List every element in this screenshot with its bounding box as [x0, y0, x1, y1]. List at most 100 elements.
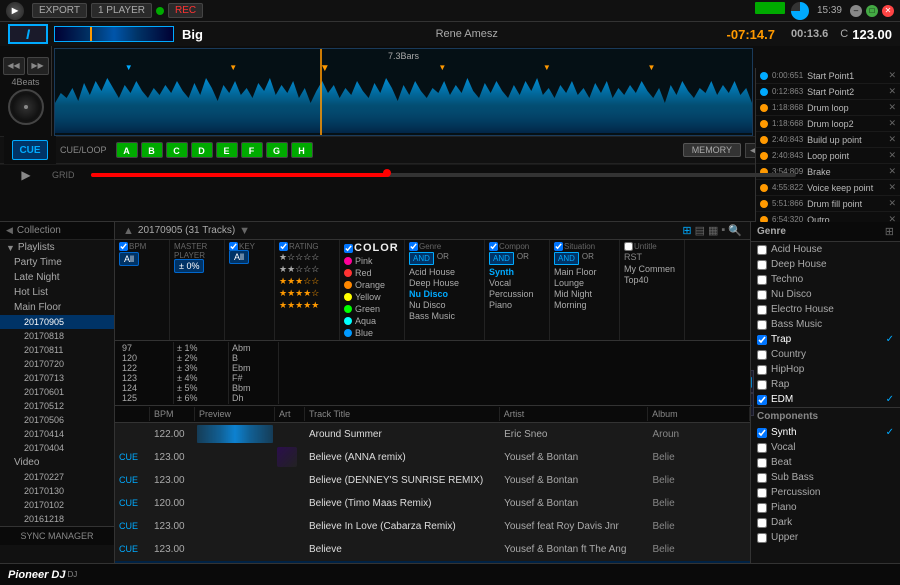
component-checkbox[interactable]	[757, 443, 767, 453]
master-val-6[interactable]: ± 6%	[177, 393, 225, 403]
rating-1star[interactable]: ★☆☆☆☆	[279, 252, 335, 263]
player-button[interactable]: 1 PLAYER	[91, 3, 152, 18]
compon-piano[interactable]: Piano	[489, 300, 545, 310]
genre-item-edm[interactable]: EDM ✓	[751, 392, 900, 407]
genre-item-rap[interactable]: Rap	[751, 377, 900, 392]
untitle-checkbox[interactable]	[624, 242, 633, 251]
cue-point-item[interactable]: 2:40:843 Loop point ✕	[756, 148, 900, 164]
rec-button[interactable]: REC	[168, 3, 203, 18]
play-button[interactable]: ▶	[21, 168, 30, 182]
sidebar-item-20170720[interactable]: 20170720	[0, 357, 114, 371]
cue-point-item[interactable]: 1:18:868 Drum loop ✕	[756, 100, 900, 116]
compon-vocal[interactable]: Vocal	[489, 278, 545, 288]
color-orange-row[interactable]: Orange	[344, 280, 400, 290]
genre-item-electro-house[interactable]: Electro House	[751, 302, 900, 317]
cue-point-item[interactable]: 2:40:843 Build up point ✕	[756, 132, 900, 148]
rating-3star[interactable]: ★★★☆☆	[279, 276, 335, 287]
col-header-title[interactable]: Track Title	[305, 407, 500, 421]
close-button[interactable]: ✕	[882, 5, 894, 17]
genre-checkbox[interactable]	[757, 290, 767, 300]
component-item-upper[interactable]: Upper	[751, 530, 900, 545]
genre-item-techno[interactable]: Techno	[751, 272, 900, 287]
genre-nu-disco[interactable]: Nu Disco	[409, 289, 480, 299]
hotcue-btn-c[interactable]: C	[166, 142, 188, 158]
color-blue-row[interactable]: Blue	[344, 328, 400, 338]
bpm-val-123[interactable]: 123	[122, 373, 170, 383]
component-checkbox[interactable]	[757, 503, 767, 513]
genre-and-tag[interactable]: AND	[409, 252, 434, 265]
sidebar-item-late-night[interactable]: Late Night	[0, 270, 114, 285]
cue-x-icon[interactable]: ✕	[888, 70, 896, 81]
genre-checkbox[interactable]	[757, 260, 767, 270]
track-preview[interactable]	[195, 517, 275, 535]
master-val-2[interactable]: ± 2%	[177, 353, 225, 363]
hotcue-btn-a[interactable]: A	[116, 142, 138, 158]
col-header-artwork[interactable]: Art	[275, 407, 305, 421]
cue-x-icon[interactable]: ✕	[888, 118, 896, 129]
genre-checkbox[interactable]	[757, 350, 767, 360]
component-checkbox[interactable]	[757, 473, 767, 483]
main-waveform[interactable]: 7.3Bars ▼ ▼ ▼ ▼ ▼ ▼	[54, 48, 753, 136]
cue-point-item[interactable]: 1:18:668 Drum loop2 ✕	[756, 116, 900, 132]
genre-item-bass-music[interactable]: Bass Music	[751, 317, 900, 332]
memory-button[interactable]: MEMORY	[683, 143, 741, 157]
component-checkbox[interactable]	[757, 533, 767, 543]
cue-point-item[interactable]: 4:55:822 Voice keep point ✕	[756, 180, 900, 196]
list-view-icon[interactable]: ⊞	[682, 224, 691, 237]
color-checkbox[interactable]	[344, 244, 353, 253]
sort-down-icon[interactable]: ▼	[239, 225, 250, 237]
genre-checkbox[interactable]	[757, 275, 767, 285]
sort-up-icon[interactable]: ▲	[123, 225, 134, 237]
track-row[interactable]: CUE 123.00 Believe In Love (Cabarza Remi…	[115, 515, 750, 538]
rst-button[interactable]: RST	[624, 252, 642, 262]
hotcue-btn-d[interactable]: D	[191, 142, 213, 158]
cue-x-icon[interactable]: ✕	[888, 182, 896, 193]
hotcue-btn-g[interactable]: G	[266, 142, 288, 158]
untitle-mycomment[interactable]: My Commen	[624, 264, 680, 274]
sidebar-item-20170414[interactable]: 20170414	[0, 427, 114, 441]
search-icon[interactable]: 🔍	[728, 224, 742, 237]
sidebar-item-20170905[interactable]: 20170905	[0, 315, 114, 329]
key-val-abm[interactable]: Abm	[232, 343, 275, 353]
sit-morning[interactable]: Morning	[554, 300, 615, 310]
grid-view-icon[interactable]: ▤	[695, 224, 705, 237]
component-item-sub-bass[interactable]: Sub Bass	[751, 470, 900, 485]
genre-deep[interactable]: Deep House	[409, 278, 480, 288]
sidebar-item-20170713[interactable]: 20170713	[0, 371, 114, 385]
settings-wheel[interactable]	[791, 2, 809, 20]
genre-checkbox[interactable]	[757, 245, 767, 255]
cue-button[interactable]: CUE	[12, 140, 48, 160]
track-preview[interactable]	[195, 448, 275, 466]
genre-item-trap[interactable]: Trap ✓	[751, 332, 900, 347]
panel-right-arrow[interactable]: ▶	[750, 393, 754, 416]
progress-bar-container[interactable]	[91, 173, 797, 177]
sit-midnight[interactable]: Mid Night	[554, 289, 615, 299]
bpm-val-125[interactable]: 125	[122, 393, 170, 403]
sidebar-item-20170512[interactable]: 20170512	[0, 399, 114, 413]
sit-main[interactable]: Main Floor	[554, 267, 615, 277]
sidebar-item-20170404[interactable]: 20170404	[0, 441, 114, 455]
rating-4star[interactable]: ★★★★☆	[279, 288, 335, 299]
color-red-row[interactable]: Red	[344, 268, 400, 278]
genre-item-deep-house[interactable]: Deep House	[751, 257, 900, 272]
col-header-album[interactable]: Album	[648, 407, 750, 421]
artwork-view-icon[interactable]: ▦	[708, 224, 718, 237]
sit-lounge[interactable]: Lounge	[554, 278, 615, 288]
track-row[interactable]: 122.00 Around Summer Eric Sneo Aroun	[115, 423, 750, 446]
bpm-val-122[interactable]: 122	[122, 363, 170, 373]
key-val-b[interactable]: B	[232, 353, 275, 363]
master-val-3[interactable]: ± 3%	[177, 363, 225, 373]
genre-checkbox[interactable]	[757, 335, 767, 345]
component-checkbox[interactable]	[757, 488, 767, 498]
situation-checkbox[interactable]	[554, 242, 563, 251]
rating-checkbox[interactable]	[279, 242, 288, 251]
master-val-5[interactable]: ± 5%	[177, 383, 225, 393]
compon-and-tag[interactable]: AND	[489, 252, 514, 265]
col-header-artist[interactable]: Artist	[500, 407, 648, 421]
key-val-ebm[interactable]: Ebm	[232, 363, 275, 373]
genre-checkbox[interactable]	[757, 320, 767, 330]
color-aqua-row[interactable]: Aqua	[344, 316, 400, 326]
sidebar-item-20170102[interactable]: 20170102	[0, 498, 114, 512]
sidebar-item-20170811[interactable]: 20170811	[0, 343, 114, 357]
sidebar-item-20170601[interactable]: 20170601	[0, 385, 114, 399]
